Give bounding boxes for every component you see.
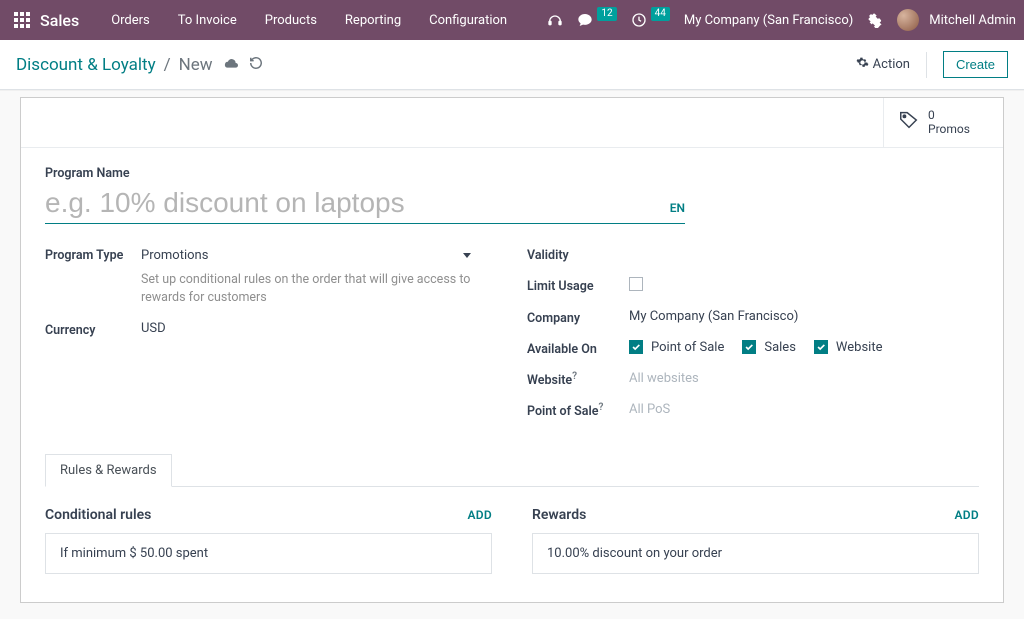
action-label: Action xyxy=(873,57,910,72)
control-right: Action Create xyxy=(856,51,1008,78)
help-mark-icon[interactable]: ? xyxy=(599,402,604,413)
messages-icon[interactable]: 12 xyxy=(577,12,616,28)
action-menu[interactable]: Action xyxy=(856,56,910,73)
nav-to-invoice[interactable]: To Invoice xyxy=(164,0,251,40)
program-type-help: Set up conditional rules on the order th… xyxy=(141,271,471,307)
program-name-input[interactable] xyxy=(45,185,650,223)
nav-orders[interactable]: Orders xyxy=(97,0,164,40)
rule-card[interactable]: If minimum $ 50.00 spent xyxy=(45,533,492,574)
nav-reporting[interactable]: Reporting xyxy=(331,0,415,40)
chevron-down-icon xyxy=(463,253,471,258)
currency-value[interactable]: USD xyxy=(141,321,497,336)
activities-badge: 44 xyxy=(651,7,670,21)
breadcrumb: Discount & Loyalty / New xyxy=(16,55,263,75)
messages-badge: 12 xyxy=(597,7,616,21)
nav-configuration[interactable]: Configuration xyxy=(415,0,521,40)
company-switcher[interactable]: My Company (San Francisco) xyxy=(684,13,853,28)
activities-icon[interactable]: 44 xyxy=(631,12,670,28)
form-columns: Program Type Promotions Set up condition… xyxy=(45,246,979,433)
limit-usage-label: Limit Usage xyxy=(527,277,629,294)
row-available-on: Available On Point of Sale Sales xyxy=(527,340,979,357)
avail-web-checkbox[interactable] xyxy=(814,340,828,354)
stat-text: 0 Promos xyxy=(928,108,970,137)
avail-sales-checkbox[interactable] xyxy=(742,340,756,354)
avail-pos-checkbox[interactable] xyxy=(629,340,643,354)
create-button[interactable]: Create xyxy=(943,51,1008,78)
form-sheet: 0 Promos Program Name EN Program Type xyxy=(20,97,1004,603)
control-panel: Discount & Loyalty / New Action Create xyxy=(0,40,1024,90)
program-type-value: Promotions xyxy=(141,248,208,263)
row-program-type: Program Type Promotions Set up condition… xyxy=(45,246,497,307)
reward-card[interactable]: 10.00% discount on your order xyxy=(532,533,979,574)
row-limit-usage: Limit Usage xyxy=(527,277,979,295)
content-scroll[interactable]: 0 Promos Program Name EN Program Type xyxy=(0,90,1024,619)
debug-icon[interactable] xyxy=(867,12,883,28)
pos-value[interactable]: All PoS xyxy=(629,402,979,417)
row-company: Company My Company (San Francisco) xyxy=(527,309,979,326)
available-on-values: Point of Sale Sales Website xyxy=(629,340,979,355)
rules-add[interactable]: ADD xyxy=(467,508,492,522)
row-validity: Validity xyxy=(527,246,979,263)
rewards-add[interactable]: ADD xyxy=(954,508,979,522)
validity-label: Validity xyxy=(527,246,629,263)
stat-promos[interactable]: 0 Promos xyxy=(883,98,1003,147)
rewards-column: Rewards ADD 10.00% discount on your orde… xyxy=(532,507,979,574)
language-tag[interactable]: EN xyxy=(670,201,685,223)
nav-products[interactable]: Products xyxy=(251,0,331,40)
company-label: Company xyxy=(527,309,629,326)
avail-web-label: Website xyxy=(836,340,883,355)
apps-icon[interactable] xyxy=(14,12,30,28)
available-on-label: Available On xyxy=(527,340,629,357)
website-value[interactable]: All websites xyxy=(629,371,979,386)
help-mark-icon[interactable]: ? xyxy=(572,371,577,382)
currency-label: Currency xyxy=(45,321,141,338)
divider xyxy=(926,52,927,78)
cloud-save-icon[interactable] xyxy=(223,56,239,74)
program-type-cell: Promotions Set up conditional rules on t… xyxy=(141,246,497,307)
program-type-label: Program Type xyxy=(45,246,141,263)
user-menu[interactable]: Mitchell Admin xyxy=(897,9,1016,31)
avail-pos-label: Point of Sale xyxy=(651,340,724,355)
program-type-select[interactable]: Promotions xyxy=(141,246,471,265)
button-box: 0 Promos xyxy=(21,98,1003,148)
rules-column: Conditional rules ADD If minimum $ 50.00… xyxy=(45,507,492,574)
avatar xyxy=(897,9,919,31)
tab-content: Conditional rules ADD If minimum $ 50.00… xyxy=(45,487,979,574)
sheet-body: Program Name EN Program Type Promotions xyxy=(21,148,1003,602)
right-column: Validity Limit Usage Company My Co xyxy=(527,246,979,433)
row-point-of-sale: Point of Sale? All PoS xyxy=(527,402,979,419)
discard-icon[interactable] xyxy=(249,56,263,74)
title-row: EN xyxy=(45,185,685,224)
limit-usage-checkbox[interactable] xyxy=(629,277,643,291)
left-column: Program Type Promotions Set up condition… xyxy=(45,246,497,433)
navbar-left: Sales Orders To Invoice Products Reporti… xyxy=(8,0,521,40)
rules-title: Conditional rules xyxy=(45,507,151,523)
gear-icon xyxy=(856,56,869,73)
avail-sales-label: Sales xyxy=(764,340,796,355)
app-brand[interactable]: Sales xyxy=(40,11,79,30)
tabbar: Rules & Rewards xyxy=(45,453,979,487)
stat-count: 0 xyxy=(928,108,970,122)
stat-label: Promos xyxy=(928,122,970,136)
row-website: Website? All websites xyxy=(527,371,979,388)
tab-rules-rewards[interactable]: Rules & Rewards xyxy=(45,454,172,487)
company-value[interactable]: My Company (San Francisco) xyxy=(629,309,979,324)
top-navbar: Sales Orders To Invoice Products Reporti… xyxy=(0,0,1024,40)
tag-icon xyxy=(898,109,920,135)
user-name: Mitchell Admin xyxy=(929,13,1016,28)
rewards-title: Rewards xyxy=(532,507,586,523)
tabs: Rules & Rewards Conditional rules ADD If… xyxy=(45,453,979,574)
row-currency: Currency USD xyxy=(45,321,497,338)
breadcrumb-root[interactable]: Discount & Loyalty xyxy=(16,55,156,75)
navbar-right: 12 44 My Company (San Francisco) Mitchel… xyxy=(547,9,1016,31)
voip-icon[interactable] xyxy=(547,12,563,28)
breadcrumb-current: New xyxy=(179,55,213,75)
program-name-label: Program Name xyxy=(45,166,979,181)
breadcrumb-sep: / xyxy=(164,55,171,75)
website-label: Website? xyxy=(527,371,629,388)
pos-label: Point of Sale? xyxy=(527,402,629,419)
